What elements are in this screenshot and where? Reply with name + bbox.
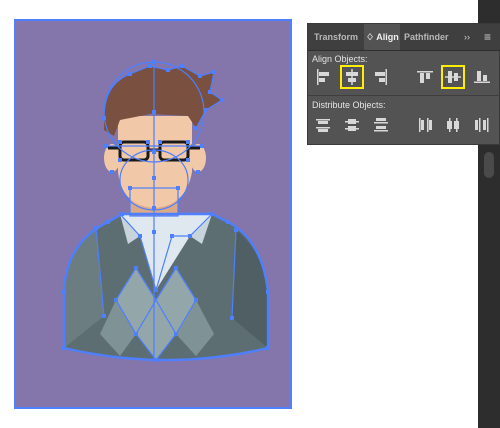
- horizontal-align-left-icon: [317, 69, 329, 85]
- panel-expand-button[interactable]: ››: [464, 24, 476, 50]
- horizontal-align-left-button[interactable]: [312, 66, 334, 88]
- horizontal-distribute-center-icon: [447, 118, 459, 132]
- tab-transform[interactable]: Transform: [314, 24, 362, 50]
- distribute-objects-label: Distribute Objects:: [312, 100, 386, 110]
- vertical-align-bottom-icon: [474, 71, 490, 83]
- vertical-align-top-button[interactable]: [414, 66, 436, 88]
- vertical-distribute-top-icon: [316, 119, 330, 132]
- horizontal-align-center-icon: [346, 69, 358, 85]
- horizontal-distribute-right-button[interactable]: [471, 114, 493, 136]
- horizontal-align-center-button[interactable]: [340, 65, 364, 89]
- vertical-align-top-icon: [417, 71, 433, 83]
- horizontal-distribute-left-icon: [419, 118, 432, 132]
- vertical-distribute-center-button[interactable]: [341, 114, 363, 136]
- horizontal-distribute-right-icon: [475, 118, 489, 132]
- horizontal-align-right-button[interactable]: [370, 66, 392, 88]
- panel-tab-bar: Transform ♢ Align Pathfinder ›› ≡: [308, 24, 500, 51]
- vertical-distribute-top-button[interactable]: [312, 114, 334, 136]
- horizontal-distribute-center-button[interactable]: [442, 114, 464, 136]
- panel-menu-button[interactable]: ≡: [484, 24, 496, 50]
- vertical-align-center-button[interactable]: [441, 65, 465, 89]
- align-panel: Transform ♢ Align Pathfinder ›› ≡ Align …: [307, 23, 500, 145]
- vertical-distribute-bottom-button[interactable]: [370, 114, 392, 136]
- vertical-align-center-icon: [445, 71, 461, 83]
- tab-pathfinder[interactable]: Pathfinder: [404, 24, 452, 50]
- horizontal-distribute-left-button[interactable]: [414, 114, 436, 136]
- align-objects-label: Align Objects:: [312, 54, 368, 64]
- tab-align[interactable]: ♢ Align: [364, 24, 400, 50]
- horizontal-align-right-icon: [375, 69, 387, 85]
- panel-divider: [308, 95, 500, 96]
- vertical-distribute-bottom-icon: [374, 118, 388, 132]
- vertical-align-bottom-button[interactable]: [471, 66, 493, 88]
- vertical-distribute-center-icon: [345, 119, 359, 131]
- scrollbar-thumb[interactable]: [484, 152, 494, 178]
